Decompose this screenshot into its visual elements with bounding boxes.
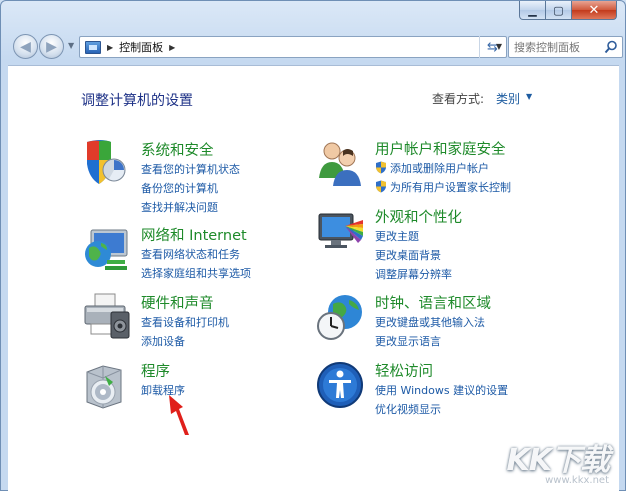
search-box[interactable] bbox=[508, 36, 623, 58]
category-title[interactable]: 用户帐户和家庭安全 bbox=[375, 138, 506, 159]
forward-arrow-icon: ▶ bbox=[46, 38, 57, 55]
link-screen-resolution[interactable]: 调整屏幕分辨率 bbox=[375, 266, 452, 282]
close-button[interactable]: ✕ bbox=[572, 1, 617, 20]
refresh-icon: ⇆ bbox=[487, 39, 498, 55]
network-globe-icon[interactable] bbox=[81, 224, 131, 274]
link-backup-computer[interactable]: 备份您的计算机 bbox=[141, 180, 218, 196]
content-pane: 调整计算机的设置 查看方式: 类别 ▼ 系统和安全 查看您的计算机状态 备份您的… bbox=[8, 65, 619, 491]
ease-of-access-icon[interactable] bbox=[315, 360, 365, 410]
chevron-down-icon[interactable]: ▼ bbox=[526, 92, 532, 101]
caption-buttons: ▁ ▢ ✕ bbox=[519, 1, 617, 20]
link-display-language[interactable]: 更改显示语言 bbox=[375, 333, 441, 349]
category-clock-language-region: 时钟、语言和区域 更改键盘或其他输入法 更改显示语言 bbox=[315, 292, 575, 349]
back-arrow-icon: ◀ bbox=[20, 38, 31, 55]
link-view-computer-status[interactable]: 查看您的计算机状态 bbox=[141, 161, 240, 177]
refresh-button[interactable]: ⇆ bbox=[479, 36, 505, 58]
control-panel-icon bbox=[85, 40, 101, 54]
user-accounts-icon[interactable] bbox=[315, 138, 365, 188]
maximize-button[interactable]: ▢ bbox=[546, 1, 572, 20]
minimize-button[interactable]: ▁ bbox=[519, 1, 546, 20]
recent-pages-dropdown[interactable]: ▼ bbox=[68, 41, 74, 50]
link-windows-recommended[interactable]: 使用 Windows 建议的设置 bbox=[375, 382, 508, 398]
category-ease-of-access: 轻松访问 使用 Windows 建议的设置 优化视频显示 bbox=[315, 360, 575, 417]
uac-shield-icon bbox=[376, 180, 386, 193]
breadcrumb-chevron-icon[interactable]: ▶ bbox=[107, 43, 113, 52]
security-shield-icon[interactable] bbox=[81, 138, 131, 188]
search-icon[interactable] bbox=[604, 40, 618, 54]
uac-shield-icon bbox=[376, 161, 386, 174]
clock-globe-icon[interactable] bbox=[315, 292, 365, 342]
link-add-device[interactable]: 添加设备 bbox=[141, 333, 185, 349]
category-title[interactable]: 外观和个性化 bbox=[375, 206, 462, 227]
navigation-bar: ◀ ▶ ▼ ▶ 控制面板 ▶ ▼ ⇆ bbox=[11, 34, 623, 60]
link-add-remove-users[interactable]: 添加或删除用户帐户 bbox=[375, 160, 489, 176]
category-hardware-sound: 硬件和声音 查看设备和打印机 添加设备 bbox=[81, 292, 291, 349]
red-arrow-annotation bbox=[169, 395, 189, 435]
watermark-logo: KK下载 bbox=[506, 443, 610, 478]
category-appearance: 外观和个性化 更改主题 更改桌面背景 调整屏幕分辨率 bbox=[315, 206, 575, 281]
category-title[interactable]: 时钟、语言和区域 bbox=[375, 292, 491, 313]
breadcrumb-chevron-icon[interactable]: ▶ bbox=[169, 43, 175, 52]
category-system-security: 系统和安全 查看您的计算机状态 备份您的计算机 查找并解决问题 bbox=[81, 138, 291, 214]
category-title[interactable]: 程序 bbox=[141, 360, 170, 381]
category-title[interactable]: 硬件和声音 bbox=[141, 292, 214, 313]
back-button[interactable]: ◀ bbox=[13, 34, 38, 59]
link-troubleshoot[interactable]: 查找并解决问题 bbox=[141, 199, 218, 215]
page-title: 调整计算机的设置 bbox=[81, 93, 193, 109]
address-bar[interactable]: ▶ 控制面板 ▶ ▼ bbox=[79, 36, 507, 58]
search-input[interactable] bbox=[514, 40, 604, 54]
view-by-label: 查看方式: bbox=[432, 92, 485, 106]
control-panel-window: ▁ ▢ ✕ ◀ ▶ ▼ ▶ 控制面板 ▶ ▼ ⇆ 调整计算机 bbox=[0, 0, 626, 491]
category-title[interactable]: 网络和 Internet bbox=[141, 224, 247, 245]
link-devices-printers[interactable]: 查看设备和打印机 bbox=[141, 314, 229, 330]
category-user-accounts: 用户帐户和家庭安全 添加或删除用户帐户 为所有用户设置家长控制 bbox=[315, 138, 575, 195]
link-parental-controls[interactable]: 为所有用户设置家长控制 bbox=[375, 179, 511, 195]
link-change-background[interactable]: 更改桌面背景 bbox=[375, 247, 441, 263]
category-network-internet: 网络和 Internet 查看网络状态和任务 选择家庭组和共享选项 bbox=[81, 224, 291, 281]
link-network-status[interactable]: 查看网络状态和任务 bbox=[141, 246, 240, 262]
link-optimize-video[interactable]: 优化视频显示 bbox=[375, 401, 441, 417]
forward-button[interactable]: ▶ bbox=[39, 34, 64, 59]
category-title[interactable]: 系统和安全 bbox=[141, 139, 214, 160]
breadcrumb-control-panel[interactable]: 控制面板 bbox=[119, 39, 163, 55]
programs-box-icon[interactable] bbox=[81, 360, 131, 410]
link-change-theme[interactable]: 更改主题 bbox=[375, 228, 419, 244]
view-by-dropdown[interactable]: 类别 bbox=[496, 90, 520, 107]
printer-icon[interactable] bbox=[81, 292, 131, 342]
appearance-monitor-icon[interactable] bbox=[315, 206, 365, 256]
link-keyboard-input[interactable]: 更改键盘或其他输入法 bbox=[375, 314, 485, 330]
link-homegroup-sharing[interactable]: 选择家庭组和共享选项 bbox=[141, 265, 251, 281]
category-title[interactable]: 轻松访问 bbox=[375, 360, 433, 381]
watermark: KK下载 www.kkx.net bbox=[507, 435, 610, 486]
